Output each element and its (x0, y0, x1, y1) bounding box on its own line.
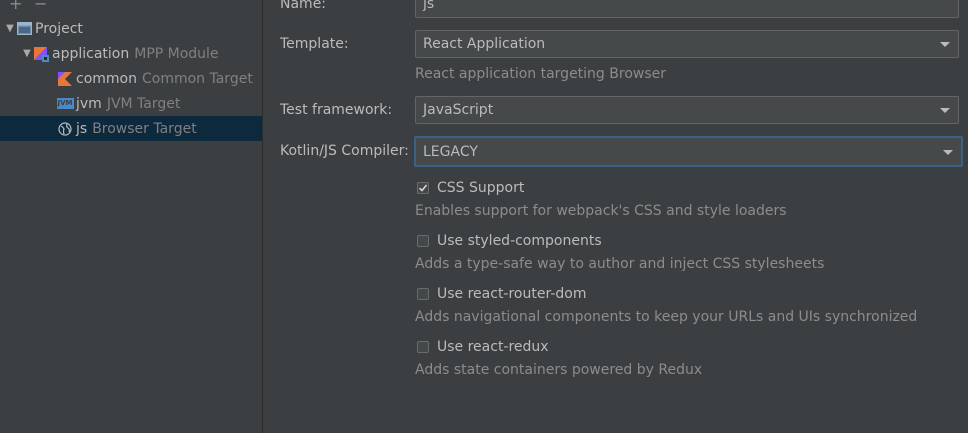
test-framework-label: Test framework: (280, 102, 393, 118)
styled-components-checkbox-row[interactable]: Use styled-components (417, 233, 602, 249)
settings-panel: Name: js Template: React Application Rea… (263, 0, 968, 433)
compiler-label: Kotlin/JS Compiler: (280, 143, 409, 159)
checkbox-label: CSS Support (437, 180, 525, 196)
dropdown-arrow-icon (940, 108, 950, 113)
dropdown-arrow-icon (940, 42, 950, 47)
tree-label: application (52, 45, 130, 62)
checkbox-checked[interactable] (417, 182, 429, 194)
globe-icon (57, 121, 73, 137)
tree-item-project[interactable]: ▼ Project (0, 16, 266, 41)
project-folder-icon (16, 21, 32, 37)
kotlin-icon (57, 71, 73, 87)
tree-label: jvm (76, 95, 102, 112)
name-input[interactable]: js (415, 0, 959, 18)
checkbox-label: Use styled-components (437, 233, 602, 249)
template-description: React application targeting Browser (415, 66, 667, 82)
tree-sublabel: JVM Target (106, 95, 181, 112)
name-label: Name: (280, 0, 327, 12)
tree-label: js (76, 120, 88, 137)
project-tree-panel: + − ▼ Project ▼ application MPP Module c… (0, 0, 319, 433)
checkbox-label: Use react-router-dom (437, 286, 587, 302)
chevron-down-icon[interactable]: ▼ (21, 48, 33, 59)
react-router-dom-checkbox-row[interactable]: Use react-router-dom (417, 286, 586, 302)
add-button[interactable]: + (9, 0, 22, 12)
mpp-module-icon (33, 46, 49, 62)
tree-label: Project (35, 20, 83, 37)
checkbox-label: Use react-redux (437, 339, 549, 355)
checkbox-unchecked[interactable] (417, 288, 429, 300)
tree-label: common (76, 70, 137, 87)
react-redux-checkbox-row[interactable]: Use react-redux (417, 339, 549, 355)
tree-sublabel: MPP Module (134, 45, 219, 62)
option-description: Adds navigational components to keep you… (415, 309, 918, 325)
tree-sublabel: Browser Target (92, 120, 197, 137)
template-label: Template: (280, 36, 349, 52)
dropdown-arrow-icon (943, 149, 953, 155)
chevron-down-icon[interactable]: ▼ (4, 23, 16, 34)
test-framework-select[interactable]: JavaScript (415, 96, 959, 124)
jvm-icon: JVM (56, 98, 74, 109)
template-select[interactable]: React Application (415, 30, 959, 58)
checkbox-unchecked[interactable] (417, 341, 429, 353)
tree-sublabel: Common Target (141, 70, 253, 87)
option-description: Adds state containers powered by Redux (415, 362, 703, 378)
tree-item-application[interactable]: ▼ application MPP Module (0, 41, 283, 66)
remove-button[interactable]: − (34, 0, 47, 12)
css-support-checkbox-row[interactable]: CSS Support (417, 180, 524, 196)
option-description: Adds a type-safe way to author and injec… (415, 256, 825, 272)
checkbox-unchecked[interactable] (417, 235, 429, 247)
compiler-select[interactable]: LEGACY (414, 136, 963, 167)
option-description: Enables support for webpack's CSS and st… (415, 203, 787, 219)
